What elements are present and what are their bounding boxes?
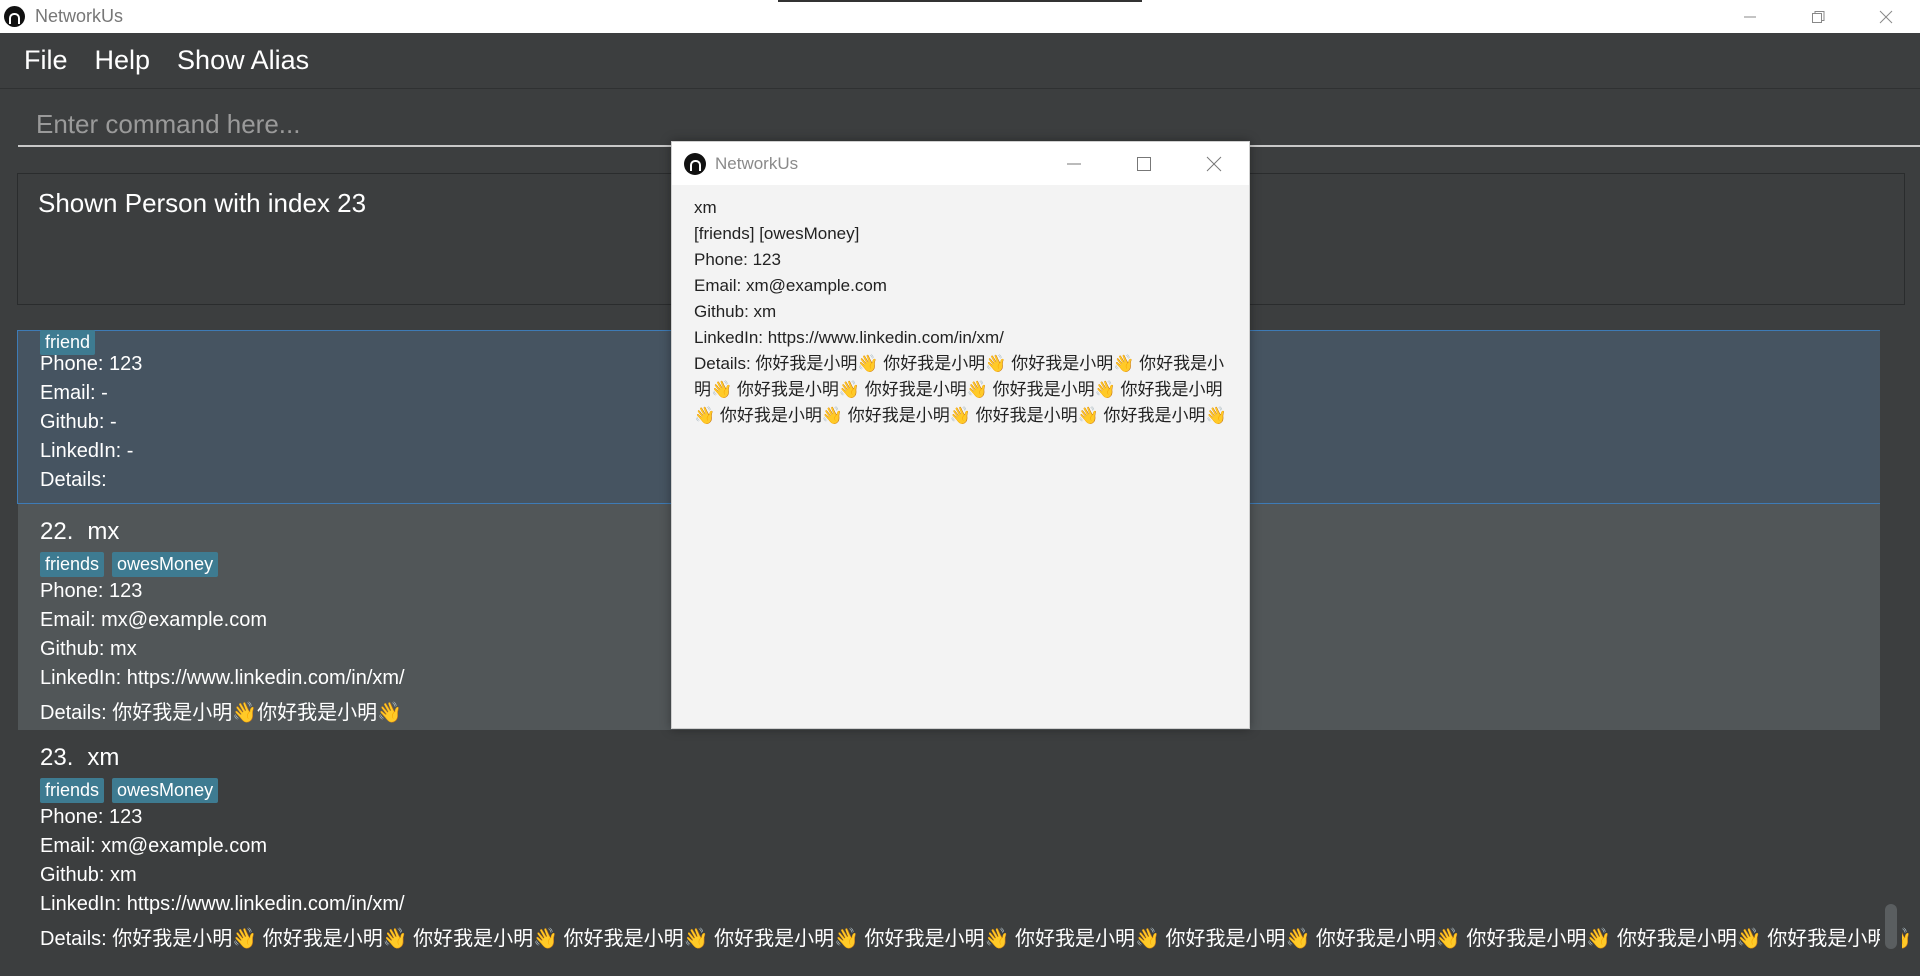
person-name: 23. xm (40, 744, 119, 772)
person-email: Email: xm@example.com (40, 835, 268, 857)
list-scrollbar[interactable] (1880, 330, 1902, 955)
result-text: Shown Person with index 23 (38, 188, 367, 218)
person-github: Github: xm (40, 864, 137, 886)
menu-show-alias[interactable]: Show Alias (177, 45, 309, 76)
app-logo-icon (4, 6, 25, 27)
popup-phone: Phone: 123 (694, 250, 781, 269)
popup-name: xm (694, 198, 717, 217)
person-name: 22. mx (40, 518, 119, 546)
person-index: 22. (40, 518, 74, 545)
scrollbar-thumb[interactable] (1885, 904, 1897, 949)
tag: friend (40, 330, 96, 355)
popup-window-controls (1039, 142, 1249, 185)
person-linkedin: LinkedIn: https://www.linkedin.com/in/xm… (40, 893, 405, 915)
close-icon (1879, 10, 1893, 23)
minimize-icon (1067, 163, 1081, 164)
popup-close-button[interactable] (1179, 142, 1249, 185)
person-name-text: xm (87, 744, 120, 771)
restore-icon (1812, 10, 1825, 23)
minimize-icon (1744, 16, 1756, 17)
menu-help[interactable]: Help (95, 45, 151, 76)
person-email: Email: - (40, 382, 108, 404)
person-email: Email: mx@example.com (40, 609, 268, 631)
tag: owesMoney (112, 778, 219, 803)
popup-maximize-button[interactable] (1109, 142, 1179, 185)
person-index: 23. (40, 744, 74, 771)
tag: friends (40, 778, 105, 803)
restore-button[interactable] (1784, 0, 1852, 33)
person-linkedin: LinkedIn: - (40, 440, 134, 462)
tag-list: friends owesMoney (40, 778, 226, 803)
tag-list: friend (40, 330, 103, 355)
person-linkedin: LinkedIn: https://www.linkedin.com/in/xm… (40, 667, 405, 689)
popup-tags: [friends] [owesMoney] (694, 224, 860, 243)
person-details: Details: 你好我是小明👋你好我是小明👋 (40, 702, 403, 724)
popup-content: xm [friends] [owesMoney] Phone: 123 Emai… (694, 195, 1234, 429)
tag-list: friends owesMoney (40, 552, 226, 577)
person-name-text: mx (87, 518, 120, 545)
minimize-button[interactable] (1716, 0, 1784, 33)
close-button[interactable] (1852, 0, 1920, 33)
popup-email: Email: xm@example.com (694, 276, 887, 295)
maximize-icon (1137, 156, 1151, 171)
app-logo-icon (684, 152, 706, 175)
title-underline (778, 0, 1142, 2)
popup-minimize-button[interactable] (1039, 142, 1109, 185)
person-phone: Phone: 123 (40, 580, 143, 602)
popup-details: Details: 你好我是小明👋 你好我是小明👋 你好我是小明👋 你好我是小明👋… (694, 354, 1227, 425)
popup-title-bar: NetworkUs (672, 142, 1249, 185)
person-details: Details: 你好我是小明👋 你好我是小明👋 你好我是小明👋 你好我是小明👋… (40, 928, 1913, 950)
menu-file[interactable]: File (24, 45, 68, 76)
popup-github: Github: xm (694, 302, 777, 321)
menu-bar: File Help Show Alias (0, 33, 1920, 89)
popup-linkedin: LinkedIn: https://www.linkedin.com/in/xm… (694, 328, 1004, 347)
tag: friends (40, 552, 105, 577)
tag: owesMoney (112, 552, 219, 577)
popup-title: NetworkUs (715, 153, 799, 173)
person-phone: Phone: 123 (40, 353, 143, 375)
person-github: Github: mx (40, 638, 137, 660)
main-title-bar: NetworkUs (0, 0, 1920, 33)
window-controls (1716, 0, 1920, 33)
window-title: NetworkUs (35, 6, 124, 26)
close-icon (1206, 156, 1222, 171)
person-card[interactable]: 23. xm friends owesMoney Phone: 123 Email:… (18, 730, 1912, 960)
person-phone: Phone: 123 (40, 806, 143, 828)
person-detail-window: NetworkUs xm [friends] [owesMoney] Phone… (671, 141, 1250, 729)
person-github: Github: - (40, 411, 117, 433)
person-details: Details: (40, 469, 107, 491)
